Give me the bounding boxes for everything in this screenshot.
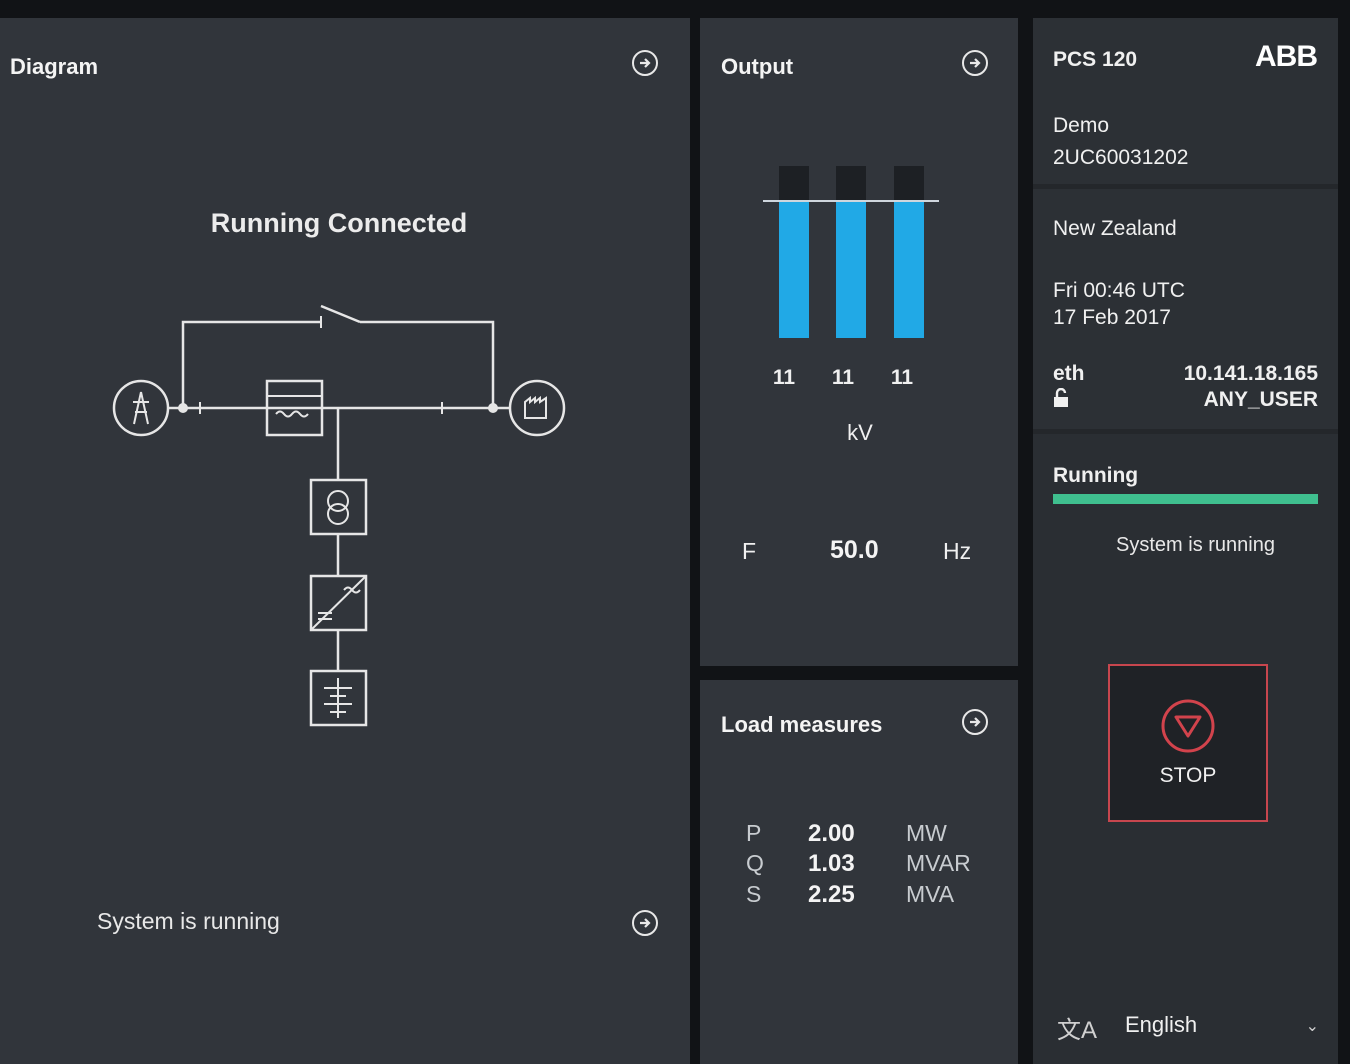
voltage-value-3: 11 <box>890 366 914 389</box>
grid-tower-icon <box>112 379 170 437</box>
language-selector[interactable]: 文A English ⌄ <box>1057 1008 1319 1048</box>
load-measures-panel: Load measures P 2.00 MW Q 1.03 MVAR S 2.… <box>700 680 1018 1064</box>
network-interface: eth <box>1053 362 1085 385</box>
voltage-bar-2 <box>836 166 866 338</box>
single-line-diagram <box>112 304 566 727</box>
load-row-q: Q 1.03 MVAR <box>746 850 1006 880</box>
diagram-state-label: Running Connected <box>210 208 468 238</box>
bar-cap <box>779 166 809 200</box>
diagram-footer-status: System is running <box>97 908 280 934</box>
bar-cap <box>894 166 924 200</box>
abb-logo: ABB <box>1255 40 1318 73</box>
diagram-open-button[interactable] <box>632 50 658 76</box>
device-section: PCS 120 ABB Demo 2UC60031202 <box>1033 18 1338 184</box>
diagram-title: Diagram <box>10 54 99 79</box>
load-row-s: S 2.25 MVA <box>746 881 1006 911</box>
output-title: Output <box>721 54 794 79</box>
run-state-message: System is running <box>1116 534 1275 556</box>
stop-icon <box>1161 699 1215 753</box>
bar-fill <box>779 200 809 338</box>
run-state-bar <box>1053 494 1318 504</box>
info-panel: PCS 120 ABB Demo 2UC60031202 New Zealand… <box>1033 18 1338 1064</box>
datetime-date: 17 Feb 2017 <box>1053 306 1171 329</box>
diagram-footer-open-button[interactable] <box>632 910 658 936</box>
unlocked-padlock-icon[interactable] <box>1053 387 1069 413</box>
load-unit: MW <box>906 820 947 846</box>
arrow-right-icon <box>970 58 981 68</box>
site-section: New Zealand Fri 00:46 UTC 17 Feb 2017 et… <box>1033 189 1338 429</box>
transformer-icon <box>309 478 368 536</box>
load-value: 2.25 <box>808 881 855 908</box>
frequency-value: 50.0 <box>830 536 879 564</box>
voltage-bar-3 <box>894 166 924 338</box>
load-label: P <box>746 820 762 846</box>
diagram-panel: Diagram Running Connected System is runn… <box>0 18 690 1064</box>
divider <box>1033 429 1338 434</box>
voltage-value-2: 11 <box>831 366 855 389</box>
voltage-value-1: 11 <box>772 366 796 389</box>
voltage-bar-1 <box>779 166 809 338</box>
bar-cap <box>836 166 866 200</box>
chevron-down-icon: ⌄ <box>1305 1018 1319 1035</box>
bar-fill <box>836 200 866 338</box>
nominal-line <box>763 200 939 202</box>
load-label: S <box>746 881 762 907</box>
run-state-label: Running <box>1053 464 1139 487</box>
translate-icon: 文A <box>1057 1017 1098 1044</box>
output-open-button[interactable] <box>962 50 988 76</box>
language-label: English <box>1125 1012 1198 1037</box>
stop-label: STOP <box>1159 764 1217 787</box>
load-measures-title: Load measures <box>721 712 883 737</box>
load-unit: MVA <box>906 881 955 907</box>
load-unit: MVAR <box>906 850 971 876</box>
load-label: Q <box>746 850 764 876</box>
load-value: 2.00 <box>808 820 855 847</box>
load-row-p: P 2.00 MW <box>746 820 1006 850</box>
serial-number: 2UC60031202 <box>1053 146 1189 169</box>
arrow-right-icon <box>970 717 981 727</box>
output-panel: Output 11 11 11 kV F 50.0 Hz <box>700 18 1018 666</box>
stop-button[interactable]: STOP <box>1108 664 1268 822</box>
bar-fill <box>894 200 924 338</box>
frequency-label: F <box>742 538 757 564</box>
frequency-unit: Hz <box>943 538 972 564</box>
ip-address: 10.141.18.165 <box>1183 362 1318 385</box>
factory-load-icon <box>508 379 566 437</box>
arrow-right-icon <box>640 918 651 928</box>
site-name: Demo <box>1053 114 1110 137</box>
load-open-button[interactable] <box>962 709 988 735</box>
product-name: PCS 120 <box>1053 48 1138 71</box>
location: New Zealand <box>1053 217 1177 240</box>
current-user: ANY_USER <box>1203 388 1318 411</box>
voltage-unit: kV <box>847 420 873 445</box>
arrow-right-icon <box>640 58 651 68</box>
datetime-time: Fri 00:46 UTC <box>1053 279 1185 302</box>
load-value: 1.03 <box>808 850 855 877</box>
